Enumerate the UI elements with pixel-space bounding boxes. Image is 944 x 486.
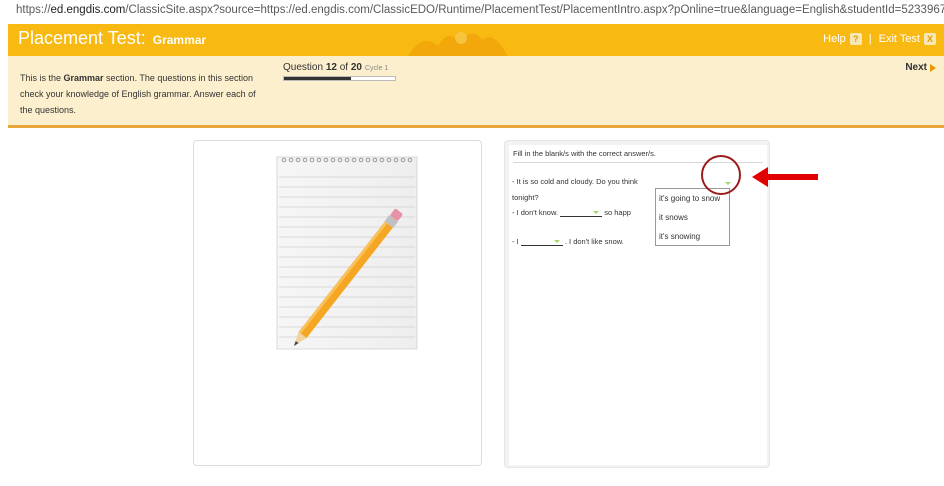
sentence-line-2: - I don't know. so happ (512, 208, 631, 217)
answer-blank-3[interactable] (520, 238, 563, 246)
cycle-label: Cycle 1 (364, 65, 389, 72)
progress-fill (284, 77, 351, 80)
header-separator: | (868, 33, 872, 45)
help-icon[interactable]: ? (849, 33, 862, 45)
app-header: Placement Test: Grammar Help ? | Exit Te… (8, 24, 944, 56)
progress-bar (283, 76, 396, 81)
info-bar: This is the Grammar section. The questio… (8, 56, 944, 128)
chevron-down-icon (593, 211, 600, 214)
answer-dropdown[interactable]: it's going to snow it snows it's snowing (655, 188, 730, 246)
chevron-down-icon (553, 240, 560, 243)
next-button[interactable]: Next (905, 62, 936, 73)
question-counter: Question 12 of 20 Cycle 1 (283, 62, 389, 73)
url-path: /ClassicSite.aspx?source=https://ed.engd… (125, 4, 944, 16)
illustration-panel (193, 140, 482, 466)
url-host: ed.engdis.com (50, 4, 126, 16)
sentence-line-1b: tonight? (512, 193, 539, 202)
dropdown-option[interactable]: it's snowing (656, 227, 729, 246)
dropdown-option[interactable]: it snows (656, 208, 729, 227)
answer-blank-2[interactable] (560, 209, 603, 217)
header-actions: Help ? | Exit Test X (823, 33, 936, 45)
section-name: Grammar (152, 33, 207, 47)
notepad-pencil-icon (276, 156, 418, 350)
page-title: Placement Test: Grammar (18, 28, 207, 48)
sentence-line-1: - It is so cold and cloudy. Do you think (512, 177, 638, 186)
sentence-line-3: - I . I don't like snow. (512, 237, 624, 246)
annotation-circle (701, 155, 741, 195)
annotation-arrow-icon (752, 167, 818, 187)
help-link[interactable]: Help (823, 33, 846, 45)
header-decoration-icon (408, 32, 508, 56)
section-description: This is the Grammar section. The questio… (20, 73, 256, 115)
address-bar[interactable]: https://ed.engdis.com/ClassicSite.aspx?s… (0, 0, 944, 20)
url-prefix: https:// (16, 4, 51, 16)
next-arrow-icon (930, 63, 936, 72)
close-icon[interactable]: X (924, 33, 936, 45)
exit-test-link[interactable]: Exit Test (879, 33, 920, 45)
